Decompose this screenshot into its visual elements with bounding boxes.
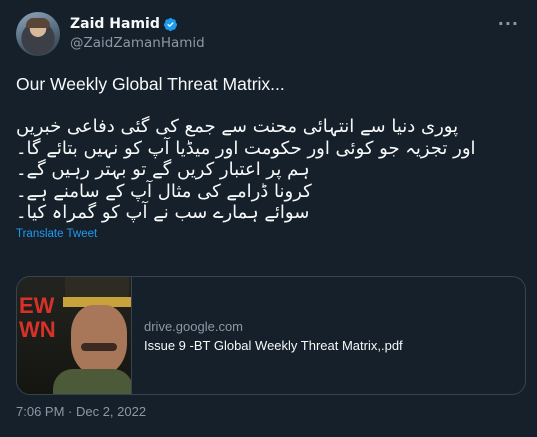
card-domain: drive.google.com <box>144 318 243 334</box>
tweet-body: پوری دنیا سے انتہائی محنت سے جمع کی گئی … <box>16 116 521 224</box>
tweet-body-line: اور تجزیہ جو کوئی اور حکومت اور میڈیا آپ… <box>16 137 476 159</box>
tweet-body-line: کرونا ڈرامے کی مثال آپ کے سامنے ہے۔ <box>16 180 312 202</box>
thumbnail-moustache <box>81 343 117 351</box>
more-horizontal-icon[interactable]: ··· <box>498 14 519 33</box>
tweet: Zaid Hamid @ZaidZamanHamid ··· Our Weekl… <box>0 0 537 437</box>
author-names: Zaid Hamid @ZaidZamanHamid <box>70 15 205 53</box>
card-title: Issue 9 -BT Global Weekly Threat Matrix,… <box>144 337 403 353</box>
avatar[interactable] <box>16 12 60 56</box>
tweet-body-line: سوائے ہمارے سب نے آپ کو گمراہ کیا۔ <box>16 202 310 223</box>
translate-tweet-link[interactable]: Translate Tweet <box>16 228 521 240</box>
link-preview-card[interactable]: EW WN drive.google.com Issue 9 -BT Globa… <box>16 276 526 395</box>
tweet-body-line: ہم پر اعتبار کریں گے تو بہتر رہیں گے۔ <box>16 159 310 180</box>
thumbnail-face <box>71 305 127 375</box>
tweet-header: Zaid Hamid @ZaidZamanHamid ··· <box>16 10 521 58</box>
display-name-row: Zaid Hamid <box>70 15 205 34</box>
thumbnail-text-top: EW <box>19 293 55 318</box>
thumbnail-text-bottom: WN <box>19 317 56 342</box>
card-thumbnail: EW WN <box>17 277 132 394</box>
avatar-hair <box>26 18 50 28</box>
verified-badge-icon <box>163 17 177 32</box>
thumbnail-cap <box>65 277 129 299</box>
display-name[interactable]: Zaid Hamid <box>70 15 160 34</box>
tweet-body-line: پوری دنیا سے انتہائی محنت سے جمع کی گئی … <box>16 116 459 137</box>
thumbnail-uniform <box>53 369 131 394</box>
card-text: drive.google.com Issue 9 -BT Global Week… <box>132 277 403 394</box>
tweet-timestamp[interactable]: 7:06 PM · Dec 2, 2022 <box>16 404 146 419</box>
handle[interactable]: @ZaidZamanHamid <box>70 34 205 53</box>
tweet-title: Our Weekly Global Threat Matrix... <box>16 74 285 94</box>
